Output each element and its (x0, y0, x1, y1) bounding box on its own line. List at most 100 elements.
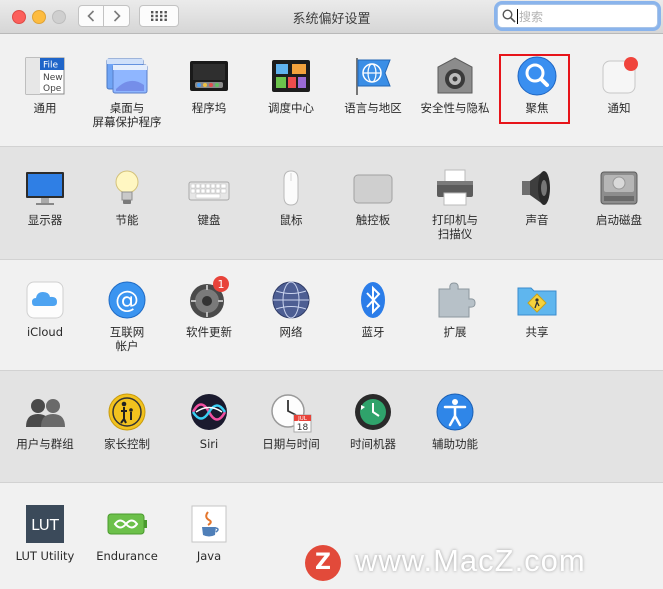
pref-desktop-screensaver[interactable]: 桌面与 屏幕保护程序 (86, 55, 168, 129)
siri-icon (188, 391, 230, 433)
pref-trackpad[interactable]: 触控板 (332, 167, 414, 227)
svg-text:File: File (43, 61, 59, 71)
energy-saver-icon (106, 167, 148, 209)
pref-displays[interactable]: 显示器 (4, 167, 86, 227)
svg-text:JUL: JUL (297, 416, 308, 422)
accessibility-icon (434, 391, 476, 433)
pref-mission-control[interactable]: 调度中心 (250, 55, 332, 115)
pref-label: 键盘 (197, 213, 221, 227)
pref-label: 共享 (525, 325, 549, 339)
pref-label: 调度中心 (268, 101, 314, 115)
pref-label: 启动磁盘 (596, 213, 642, 227)
icloud-icon (24, 279, 66, 321)
displays-icon (24, 167, 66, 209)
date-time-icon: JUL 18 (270, 391, 312, 433)
pref-label: 显示器 (27, 213, 63, 227)
pref-extensions[interactable]: 扩展 (414, 279, 496, 339)
pref-lut-utility[interactable]: LUT LUT Utility (4, 503, 86, 563)
pref-label: 触控板 (355, 213, 391, 227)
pref-accessibility[interactable]: 辅助功能 (414, 391, 496, 451)
text-caret (517, 9, 518, 24)
pref-mouse[interactable]: 鼠标 (250, 167, 332, 227)
pref-bluetooth[interactable]: 蓝牙 (332, 279, 414, 339)
pref-label: 安全性与隐私 (420, 101, 490, 115)
pref-date-time[interactable]: JUL 18 日期与时间 (250, 391, 332, 451)
pref-language-region[interactable]: 语言与地区 (332, 55, 414, 115)
pref-endurance[interactable]: Endurance (86, 503, 168, 563)
watermark-text: www.MacZ.com (355, 543, 586, 578)
pref-startup-disk[interactable]: 启动磁盘 (578, 167, 660, 227)
pref-label: 互联网 帐户 (109, 325, 145, 353)
mission-control-icon (270, 55, 312, 97)
pref-java[interactable]: Java (168, 503, 250, 563)
pref-label: 声音 (525, 213, 549, 227)
general-icon: File New Ope (24, 55, 66, 97)
pref-network[interactable]: 网络 (250, 279, 332, 339)
dock-icon (188, 55, 230, 97)
pref-security-privacy[interactable]: 安全性与隐私 (414, 55, 496, 115)
pref-software-update[interactable]: 1 软件更新 (168, 276, 250, 339)
pref-parental-controls[interactable]: 家长控制 (86, 391, 168, 451)
security-privacy-icon (434, 55, 476, 97)
pref-sound[interactable]: 声音 (496, 167, 578, 227)
pref-label: Java (196, 549, 222, 563)
desktop-screensaver-icon (106, 55, 148, 97)
pref-label: 时间机器 (350, 437, 396, 451)
pref-siri[interactable]: Siri (168, 391, 250, 451)
pref-label: 用户与群组 (16, 437, 74, 451)
pref-general[interactable]: File New Ope 通用 (4, 55, 86, 115)
pref-keyboard[interactable]: 键盘 (168, 167, 250, 227)
pref-label: iCloud (26, 325, 64, 339)
network-icon (270, 279, 312, 321)
pref-label: 节能 (115, 213, 139, 227)
language-region-icon (352, 55, 394, 97)
keyboard-icon (188, 167, 230, 209)
pref-label: LUT Utility (15, 549, 75, 563)
svg-text:LUT: LUT (31, 516, 60, 534)
pref-label: 程序坞 (191, 101, 227, 115)
pref-sharing[interactable]: 共享 (496, 279, 578, 339)
notifications-icon (598, 55, 640, 97)
pref-energy-saver[interactable]: 节能 (86, 167, 168, 227)
bluetooth-icon (352, 279, 394, 321)
pref-printers-scanners[interactable]: 打印机与 扫描仪 (414, 167, 496, 241)
svg-text:1: 1 (218, 278, 225, 291)
search-placeholder: 搜索 (519, 10, 544, 24)
pref-users-groups[interactable]: 用户与群组 (4, 391, 86, 451)
watermark: Z www.MacZ.com (303, 543, 658, 585)
watermark-logo: Z (305, 545, 341, 581)
pref-label: 扩展 (443, 325, 467, 339)
pref-icloud[interactable]: iCloud (4, 279, 86, 339)
users-groups-icon (24, 391, 66, 433)
time-machine-icon (352, 391, 394, 433)
svg-text:18: 18 (297, 423, 309, 433)
mouse-icon (270, 167, 312, 209)
spotlight-highlight-box (499, 54, 570, 124)
pref-label: Endurance (96, 549, 158, 563)
pref-notifications[interactable]: 通知 (578, 55, 660, 115)
pref-label: Siri (199, 437, 219, 451)
pref-label: 辅助功能 (432, 437, 478, 451)
svg-text:@: @ (115, 286, 139, 314)
pref-time-machine[interactable]: 时间机器 (332, 391, 414, 451)
software-update-icon: 1 (188, 276, 230, 321)
pref-label: 打印机与 扫描仪 (432, 213, 478, 241)
pref-label: 语言与地区 (344, 101, 402, 115)
search-input[interactable]: 搜索 (497, 4, 658, 28)
pref-label: 通用 (33, 101, 57, 115)
pref-label: 网络 (279, 325, 303, 339)
trackpad-icon (352, 167, 394, 209)
endurance-icon (106, 503, 148, 545)
lut-utility-icon: LUT (24, 503, 66, 545)
title-bar: 系统偏好设置 搜索 (0, 0, 663, 34)
pref-internet-accounts[interactable]: @ 互联网 帐户 (86, 279, 168, 353)
pref-label: 日期与时间 (262, 437, 320, 451)
pref-dock[interactable]: 程序坞 (168, 55, 250, 115)
pref-label: 家长控制 (104, 437, 150, 451)
printers-scanners-icon (434, 167, 476, 209)
pref-label: 桌面与 屏幕保护程序 (92, 101, 162, 129)
parental-controls-icon (106, 391, 148, 433)
update-badge: 1 (213, 276, 229, 292)
startup-disk-icon (598, 167, 640, 209)
pref-label: 蓝牙 (361, 325, 385, 339)
